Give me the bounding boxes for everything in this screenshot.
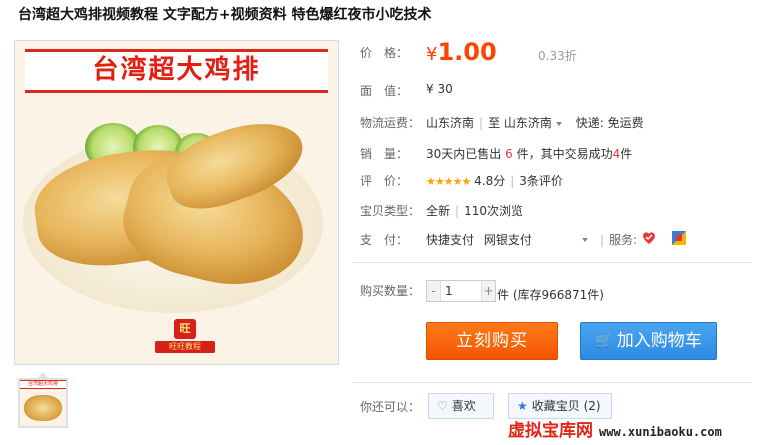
image-banner-text: 台湾超大鸡排 xyxy=(92,55,261,85)
add-to-cart-label: 加入购物车 xyxy=(616,331,702,351)
quantity-plus-button[interactable]: + xyxy=(481,281,495,301)
item-type-info: 全新 | 110次浏览 xyxy=(426,204,523,218)
rating-score: 4.8分 xyxy=(474,174,506,188)
face-value-label: 面 值： xyxy=(360,84,409,98)
sales-label: 销 量： xyxy=(360,147,409,161)
product-title: 台湾超大鸡排视频教程 文字配方+视频资料 特色爆红夜市小吃技术 xyxy=(18,7,432,23)
sales-prefix: 30天内已售出 xyxy=(426,147,502,161)
add-to-cart-button[interactable]: 🛒 加入购物车 xyxy=(580,322,717,360)
face-value: ¥ 30 xyxy=(426,82,453,96)
stamp-bottom-text: 旺旺教程 xyxy=(155,341,215,353)
payment-method-bank: 网银支付 xyxy=(483,233,532,247)
service-label: | 服务: xyxy=(600,233,638,247)
discount-text: 0.33折 xyxy=(538,49,577,63)
delivery-icon[interactable] xyxy=(671,230,687,246)
thumbnail-food xyxy=(24,395,62,421)
image-banner: 台湾超大鸡排 xyxy=(25,49,328,93)
rating-label: 评 价： xyxy=(360,174,409,188)
item-condition: 全新 xyxy=(426,204,451,218)
star-icon: ★ xyxy=(517,399,528,413)
site-watermark: 虚拟宝库网 www.xunibaoku.com xyxy=(508,416,722,441)
sales-suffix: 件 xyxy=(620,147,633,161)
thumbnail-banner: 台湾超大鸡排 xyxy=(20,380,66,389)
quantity-stepper: - + xyxy=(426,280,496,302)
like-button[interactable]: ♡ 喜欢 xyxy=(428,393,494,419)
sales-info: 30天内已售出 6 件，其中交易成功4件 xyxy=(426,145,632,162)
shipping-label: 物流运费： xyxy=(360,116,421,130)
ship-from[interactable]: 山东济南 xyxy=(426,116,474,130)
main-product-image[interactable]: 台湾超大鸡排 旺 旺旺教程 xyxy=(14,40,339,365)
rating-info: ★★★★★ 4.8分 | 3条评价 xyxy=(426,174,563,188)
sales-count: 6 xyxy=(505,147,513,161)
rating-stars: ★★★★★ xyxy=(426,175,471,188)
thumbnail-image[interactable]: 台湾超大鸡排 xyxy=(18,378,68,428)
price-label: 价 格： xyxy=(360,46,409,60)
ship-to-word: 至 xyxy=(488,116,501,130)
watermark-cn: 虚拟宝库网 xyxy=(508,421,593,441)
ship-to-select[interactable]: 山东济南 xyxy=(504,116,562,130)
stock-info: 件 (库存966871件) xyxy=(497,288,604,302)
brand-stamp: 旺 旺旺教程 xyxy=(155,319,215,359)
price-value: ¥1.00 xyxy=(426,38,497,66)
heart-icon: ♡ xyxy=(437,399,448,413)
watermark-url: www.xunibaoku.com xyxy=(599,425,722,439)
also-can-label: 你还可以： xyxy=(360,400,421,414)
chevron-down-icon xyxy=(555,121,562,126)
guarantee-icon[interactable] xyxy=(641,230,657,246)
stamp-top-text: 旺 xyxy=(174,319,196,339)
chevron-down-icon[interactable] xyxy=(582,238,588,242)
item-type-label: 宝贝类型： xyxy=(360,204,421,218)
buy-now-button[interactable]: 立刻购买 xyxy=(426,322,558,360)
express-fee: 快递: 免运费 xyxy=(575,116,644,130)
shipping-info: 山东济南 | 至 山东济南 快递: 免运费 xyxy=(426,116,644,130)
review-count-link[interactable]: 3条评价 xyxy=(519,174,563,188)
like-label: 喜欢 xyxy=(451,399,476,413)
payment-info: 快捷支付 网银支付 xyxy=(426,231,532,248)
payment-method-quick: 快捷支付 xyxy=(426,233,475,247)
price-number: 1.00 xyxy=(437,38,497,66)
divider xyxy=(352,382,752,383)
currency-symbol: ¥ xyxy=(426,44,438,65)
favorite-label: 收藏宝贝 (2) xyxy=(531,399,601,413)
view-count: 110次浏览 xyxy=(464,204,523,218)
ship-to: 山东济南 xyxy=(503,116,552,130)
divider xyxy=(352,262,752,263)
quantity-input[interactable] xyxy=(441,281,481,301)
payment-label: 支 付： xyxy=(360,233,409,247)
sales-mid: 件，其中交易成功 xyxy=(516,147,613,161)
quantity-label: 购买数量： xyxy=(360,284,421,298)
cart-icon: 🛒 xyxy=(595,333,613,349)
quantity-minus-button[interactable]: - xyxy=(427,281,441,301)
